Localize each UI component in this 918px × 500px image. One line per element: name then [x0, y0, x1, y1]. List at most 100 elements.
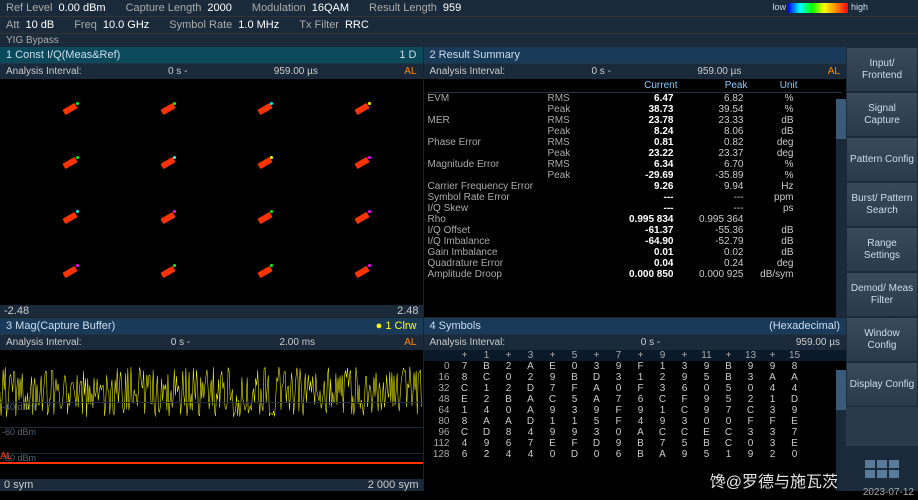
modulation-value: 16QAM: [312, 2, 349, 14]
panel4-title-text: 4 Symbols: [430, 320, 481, 332]
menu-range-settings[interactable]: Range Settings: [846, 227, 918, 272]
ref-level-value: 0.00 dBm: [58, 2, 105, 14]
symbol-col-hdr: 3: [520, 350, 542, 361]
menu-display-config[interactable]: Display Config: [846, 362, 918, 407]
symbol-rate-label: Symbol Rate: [169, 19, 232, 31]
panel4-analysis-label: Analysis Interval:: [430, 337, 506, 348]
symbol-row: 64140A939F91C97C39: [424, 405, 847, 416]
menu-overview-icon[interactable]: [846, 446, 918, 491]
iq-point: [160, 103, 175, 115]
panel1-analysis-start: 0 s -: [168, 66, 187, 77]
al-marker-text: AL: [0, 451, 12, 462]
symbol-row: 48E2BAC5A76CF9521D: [424, 394, 847, 405]
iq-point: [160, 157, 175, 169]
result-row: Peak8.248.06dB: [428, 126, 843, 137]
yig-bypass: YIG Bypass: [0, 34, 918, 47]
col-peak: Peak: [678, 80, 748, 91]
panel2-title: 2 Result Summary: [424, 47, 847, 64]
modulation-label: Modulation: [252, 2, 306, 14]
iq-point: [354, 157, 369, 169]
iq-point: [257, 157, 272, 169]
al-marker-line: [0, 462, 423, 464]
panel2-analysis-start: 0 s -: [591, 66, 610, 77]
panel1-xmin: -2.48: [4, 305, 29, 317]
capture-len-label: Capture Length: [126, 2, 202, 14]
result-row: Magnitude ErrorRMS6.346.70%: [428, 159, 843, 170]
iq-point: [160, 211, 175, 223]
result-row: Symbol Rate Error------ppm: [428, 192, 843, 203]
menu-demod-meas-filter[interactable]: Demod/ Meas Filter: [846, 272, 918, 317]
iq-constellation-area[interactable]: [0, 79, 423, 305]
panel4-analysis-start: 0 s -: [641, 337, 660, 348]
panel3-analysis-end: 2.00 ms: [279, 337, 315, 348]
panel3-xmax: 2 000 sym: [368, 479, 419, 491]
menu-input-frontend[interactable]: Input/ Frontend: [846, 47, 918, 92]
symbol-row: 96CD849930ACCEC337: [424, 427, 847, 438]
magnitude-area[interactable]: -40 dBm -60 dBm -80 dBm AL: [0, 350, 423, 479]
panel3-al: AL: [404, 337, 416, 348]
symbol-col-hdr: 11: [696, 350, 718, 361]
results-scrollbar[interactable]: [836, 99, 846, 317]
result-row: Rho0.995 8340.995 364: [428, 214, 843, 225]
symbol-col-hdr: +: [498, 350, 520, 361]
iq-ref-dot: [270, 102, 273, 105]
date-stamp: 2023-07-12: [863, 487, 914, 498]
iq-ref-dot: [270, 264, 273, 267]
result-row: Phase ErrorRMS0.810.82deg: [428, 137, 843, 148]
iq-point: [257, 266, 272, 278]
iq-ref-dot: [173, 156, 176, 159]
flow-diagram-icon: [865, 460, 899, 478]
symbol-col-hdr: +: [674, 350, 696, 361]
iq-ref-dot: [76, 156, 79, 159]
result-row: Gain Imbalance0.010.02dB: [428, 247, 843, 258]
symbol-col-hdr: 13: [740, 350, 762, 361]
iq-ref-dot: [368, 156, 371, 159]
panel3-title: 3 Mag(Capture Buffer) ● 1 Clrw: [0, 318, 423, 335]
iq-ref-dot: [173, 102, 176, 105]
capture-len-value: 2000: [207, 2, 231, 14]
iq-ref-dot: [368, 210, 371, 213]
iq-point: [63, 211, 78, 223]
result-row: I/Q Skew------ps: [428, 203, 843, 214]
iq-point: [63, 266, 78, 278]
symbol-col-hdr: 1: [476, 350, 498, 361]
symbols-scroll-thumb[interactable]: [836, 370, 846, 410]
results-table: Current Peak Unit EVMRMS6.476.82%Peak38.…: [424, 79, 847, 317]
iq-ref-dot: [368, 264, 371, 267]
result-row: I/Q Offset-61.37-55.36dB: [428, 225, 843, 236]
iq-point: [257, 211, 272, 223]
header-bar-2: Att10 dB Freq10.0 GHz Symbol Rate1.0 MHz…: [0, 17, 918, 34]
result-row: Peak23.2223.37deg: [428, 148, 843, 159]
panel-symbols[interactable]: 4 Symbols (Hexadecimal) Analysis Interva…: [424, 318, 847, 491]
iq-ref-dot: [270, 210, 273, 213]
mag-label-60: -60 dBm: [2, 427, 36, 437]
mag-label-40: -40 dBm: [2, 402, 36, 412]
panel-result-summary[interactable]: 2 Result Summary Analysis Interval: 0 s …: [424, 47, 847, 317]
iq-point: [257, 103, 272, 115]
panel2-analysis-end: 959.00 µs: [697, 66, 741, 77]
panel1-xmax: 2.48: [397, 305, 418, 317]
panel1-al: AL: [404, 66, 416, 77]
ref-level-label: Ref Level: [6, 2, 52, 14]
iq-point: [354, 103, 369, 115]
col-current: Current: [598, 80, 678, 91]
menu-pattern-config[interactable]: Pattern Config: [846, 137, 918, 182]
iq-ref-dot: [368, 102, 371, 105]
menu-window-config[interactable]: Window Config: [846, 317, 918, 362]
scroll-thumb[interactable]: [836, 99, 846, 139]
symbol-col-hdr: 5: [564, 350, 586, 361]
panel3-analysis-start: 0 s -: [171, 337, 190, 348]
symbol-row: 168C029BD31295B3AA: [424, 372, 847, 383]
symbol-rate-value: 1.0 MHz: [238, 19, 279, 31]
side-menu: Input/ Frontend Signal Capture Pattern C…: [846, 47, 918, 491]
panel-const-iq[interactable]: 1 Const I/Q(Meas&Ref) low high 1 D Analy…: [0, 47, 423, 317]
iq-ref-dot: [270, 156, 273, 159]
panel-mag-buffer[interactable]: 3 Mag(Capture Buffer) ● 1 Clrw Analysis …: [0, 318, 423, 491]
att-value: 10 dB: [25, 19, 54, 31]
symbol-col-hdr: 7: [608, 350, 630, 361]
panel3-analysis: Analysis Interval: 0 s - 2.00 ms AL: [0, 335, 423, 350]
menu-signal-capture[interactable]: Signal Capture: [846, 92, 918, 137]
iq-point: [354, 211, 369, 223]
freq-label: Freq: [74, 19, 97, 31]
menu-burst-pattern-search[interactable]: Burst/ Pattern Search: [846, 182, 918, 227]
